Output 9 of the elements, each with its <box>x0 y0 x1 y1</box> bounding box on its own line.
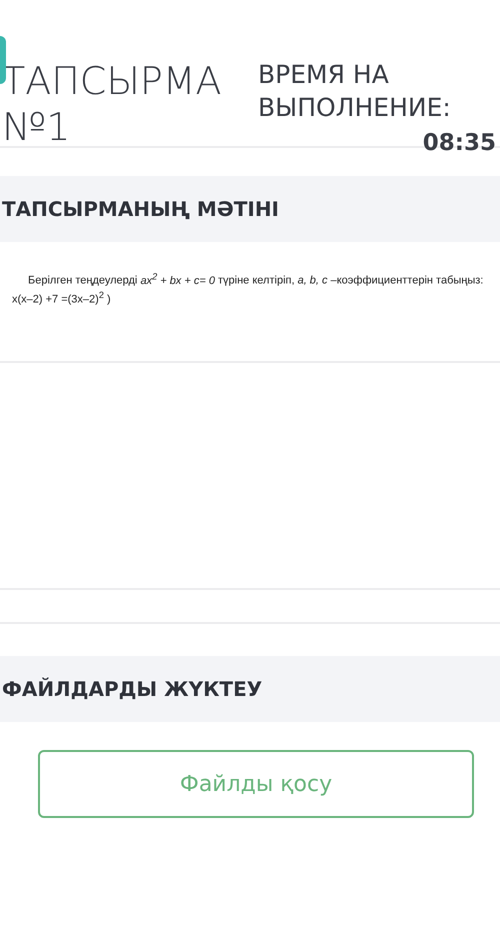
task-title: ТАПСЫРМА №1 <box>2 58 223 146</box>
time-value: 08:35 <box>422 130 496 156</box>
equation: x(x–2) +7 =(3x–2)$^{2}$ ) <box>12 290 112 306</box>
task-paragraph: Берілген теңдеулерді ax$^{2}$ + bx + c= 0 түріне келтіріп, a, b, c –коэффициенттерін табыңыз: <box>27 270 484 288</box>
add-file-button[interactable]: Файлды қосу <box>38 750 474 818</box>
time-label: ВРЕМЯ НА ВЫПОЛНЕНИЕ: <box>258 59 452 124</box>
side-tab[interactable] <box>0 36 6 84</box>
section-heading: ТАПСЫРМАНЫҢ МӘТІНІ <box>2 197 279 221</box>
section-heading: ФАЙЛДАРДЫ ЖҮКТЕУ <box>2 677 262 701</box>
